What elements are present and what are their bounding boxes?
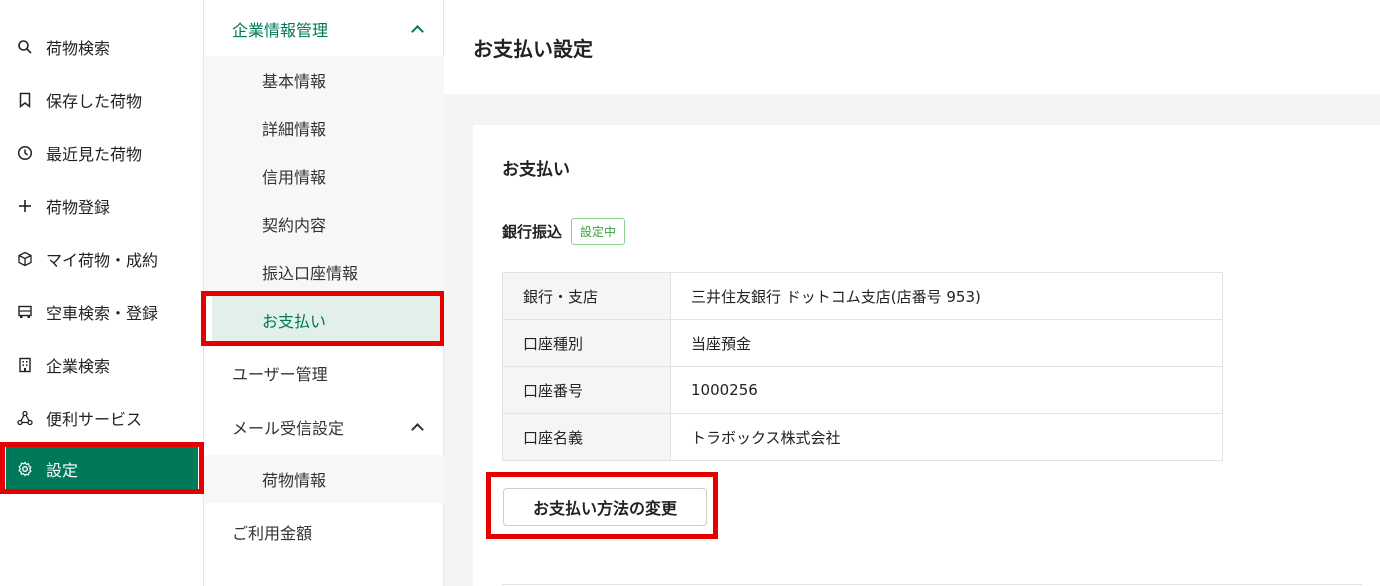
subnav-item-transfer-account[interactable]: 振込口座情報 — [204, 248, 444, 296]
subnav-group-label: メール受信設定 — [232, 419, 345, 438]
box-icon — [17, 251, 33, 267]
nav-item-cargo-register[interactable]: 荷物登録 — [0, 184, 204, 228]
payment-card: お支払い 銀行振込 設定中 銀行・支店 三井住友銀行 ドットコム支店(店番号 95… — [473, 125, 1380, 586]
main-nav: 荷物検索 保存した荷物 最近見た荷物 荷物登録 マイ荷物・成約 空車検索・登録 … — [0, 0, 204, 586]
bookmark-icon — [17, 92, 33, 108]
status-badge: 設定中 — [571, 218, 626, 245]
subnav-item-credit-info[interactable]: 信用情報 — [204, 152, 444, 200]
subnav-item-label: 基本情報 — [262, 72, 327, 91]
subnav-item-label: 詳細情報 — [262, 120, 327, 139]
building-icon — [17, 357, 33, 373]
subnav-item-label: 荷物情報 — [262, 471, 327, 490]
table-value: トラボックス株式会社 — [670, 413, 1223, 461]
nav-label: 保存した荷物 — [46, 92, 143, 111]
subnav-group-label: 企業情報管理 — [232, 21, 329, 40]
payment-method: 銀行振込 設定中 — [502, 218, 626, 245]
nav-item-saved-cargo[interactable]: 保存した荷物 — [0, 78, 204, 122]
page-header: お支払い設定 — [444, 0, 1380, 94]
subnav-item-user-management[interactable]: ユーザー管理 — [204, 346, 444, 400]
subnav-group-company-info[interactable]: 企業情報管理 — [204, 2, 444, 56]
subnav-item-detail-info[interactable]: 詳細情報 — [204, 104, 444, 152]
card-title: お支払い — [502, 160, 570, 180]
nav-label: 荷物登録 — [46, 198, 111, 217]
table-value: 三井住友銀行 ドットコム支店(店番号 953) — [670, 272, 1223, 320]
subnav-item-label: 振込口座情報 — [262, 264, 359, 283]
subnav-item-label: 信用情報 — [262, 168, 327, 187]
main-content: お支払い設定 お支払い 銀行振込 設定中 銀行・支店 三井住友銀行 ドットコム支店… — [444, 0, 1380, 586]
subnav-group-label: ご利用金額 — [232, 524, 313, 543]
clock-icon — [17, 145, 33, 161]
table-row: 口座番号 1000256 — [502, 366, 1223, 414]
nav-item-cargo-search[interactable]: 荷物検索 — [0, 25, 204, 69]
truck-icon — [17, 304, 33, 320]
settings-subnav: 企業情報管理 基本情報 詳細情報 信用情報 契約内容 振込口座情報 お支払い ユ… — [204, 0, 444, 586]
table-value: 当座預金 — [670, 319, 1223, 367]
table-key: 口座名義 — [502, 413, 671, 461]
nav-label: 企業検索 — [46, 357, 111, 376]
nav-item-company-search[interactable]: 企業検索 — [0, 343, 204, 387]
search-icon — [17, 39, 33, 55]
chevron-up-icon — [411, 423, 424, 436]
nav-item-recent-cargo[interactable]: 最近見た荷物 — [0, 131, 204, 175]
gear-icon — [17, 461, 33, 477]
subnav-item-basic-info[interactable]: 基本情報 — [204, 56, 444, 104]
nav-label: 荷物検索 — [46, 39, 111, 58]
table-key: 銀行・支店 — [502, 272, 671, 320]
table-value: 1000256 — [670, 366, 1223, 414]
nav-label: 便利サービス — [46, 410, 143, 429]
subnav-item-usage-fee[interactable]: ご利用金額 — [204, 505, 444, 559]
nav-item-services[interactable]: 便利サービス — [0, 396, 204, 440]
page-title: お支払い設定 — [473, 36, 593, 61]
change-payment-method-button[interactable]: お支払い方法の変更 — [503, 488, 707, 526]
chevron-up-icon — [411, 25, 424, 38]
divider — [502, 584, 1362, 585]
table-row: 銀行・支店 三井住友銀行 ドットコム支店(店番号 953) — [502, 272, 1223, 320]
table-row: 口座種別 当座預金 — [502, 319, 1223, 367]
table-row: 口座名義 トラボックス株式会社 — [502, 413, 1223, 461]
subnav-item-payment[interactable]: お支払い — [212, 296, 440, 344]
nav-item-my-cargo[interactable]: マイ荷物・成約 — [0, 237, 204, 281]
nav-label: 設定 — [46, 461, 79, 480]
table-key: 口座種別 — [502, 319, 671, 367]
plus-icon — [17, 198, 33, 214]
subnav-item-label: お支払い — [262, 312, 327, 331]
nav-item-settings[interactable]: 設定 — [6, 447, 198, 491]
subnav-item-cargo-info[interactable]: 荷物情報 — [204, 455, 444, 503]
subnav-group-mail-settings[interactable]: メール受信設定 — [204, 400, 444, 454]
payment-method-label: 銀行振込 — [502, 223, 563, 241]
network-icon — [17, 410, 33, 426]
subnav-item-contract[interactable]: 契約内容 — [204, 200, 444, 248]
table-key: 口座番号 — [502, 366, 671, 414]
nav-label: 最近見た荷物 — [46, 145, 143, 164]
bank-info-table: 銀行・支店 三井住友銀行 ドットコム支店(店番号 953) 口座種別 当座預金 口座… — [502, 272, 1223, 461]
nav-label: 空車検索・登録 — [46, 304, 159, 323]
nav-item-empty-truck[interactable]: 空車検索・登録 — [0, 290, 204, 334]
subnav-item-label: 契約内容 — [262, 216, 327, 235]
nav-label: マイ荷物・成約 — [46, 251, 159, 270]
subnav-group-label: ユーザー管理 — [232, 365, 328, 384]
